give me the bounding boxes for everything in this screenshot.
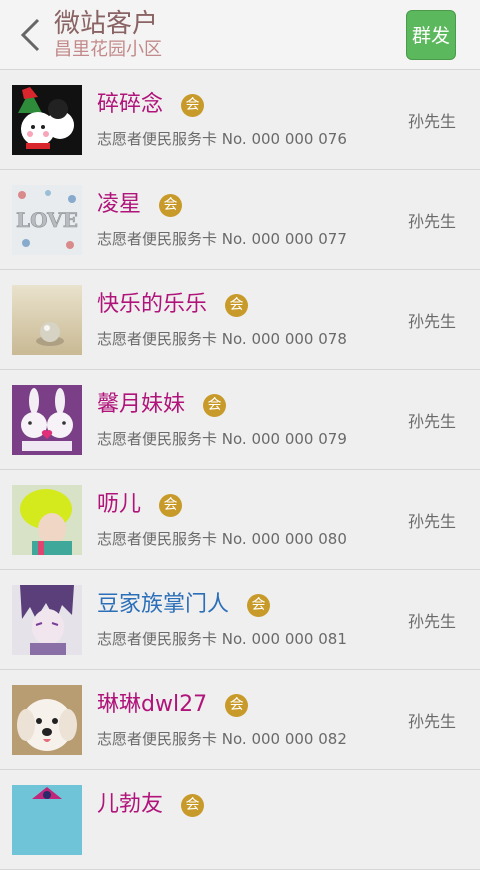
service-card-number: 志愿者便民服务卡 No. 000 000 076 bbox=[97, 130, 347, 148]
member-badge: 会 bbox=[225, 293, 249, 317]
avatar: LOVE bbox=[12, 185, 82, 255]
list-item[interactable]: 馨月妹妹 会 志愿者便民服务卡 No. 000 000 079 孙先生 bbox=[0, 370, 480, 470]
app-header: 微站客户 昌里花园小区 群发 bbox=[0, 0, 480, 70]
agent-name: 孙先生 bbox=[407, 612, 456, 631]
customer-name[interactable]: 呖儿 bbox=[97, 488, 141, 522]
list-item[interactable]: 琳琳dwl27 会 志愿者便民服务卡 No. 000 000 082 孙先生 bbox=[0, 670, 480, 770]
agent-name: 孙先生 bbox=[407, 512, 456, 531]
avatar bbox=[12, 585, 82, 655]
page-subtitle: 昌里花园小区 bbox=[54, 39, 162, 60]
customer-name[interactable]: 琳琳dwl27 bbox=[97, 688, 207, 722]
member-badge: 会 bbox=[181, 93, 205, 117]
avatar bbox=[12, 85, 82, 155]
customer-name[interactable]: 碎碎念 bbox=[97, 88, 163, 122]
customer-name[interactable]: 凌星 bbox=[97, 188, 141, 222]
agent-name: 孙先生 bbox=[407, 712, 456, 731]
service-card-number: 志愿者便民服务卡 No. 000 000 078 bbox=[97, 330, 347, 348]
customer-list: 碎碎念 会 志愿者便民服务卡 No. 000 000 076 孙先生 LOVE … bbox=[0, 70, 480, 870]
service-card-number: 志愿者便民服务卡 No. 000 000 081 bbox=[97, 630, 347, 648]
service-card-number: 志愿者便民服务卡 No. 000 000 082 bbox=[97, 730, 347, 748]
list-item[interactable]: 碎碎念 会 志愿者便民服务卡 No. 000 000 076 孙先生 bbox=[0, 70, 480, 170]
avatar bbox=[12, 785, 82, 855]
member-badge: 会 bbox=[159, 493, 183, 517]
list-item[interactable]: 呖儿 会 志愿者便民服务卡 No. 000 000 080 孙先生 bbox=[0, 470, 480, 570]
agent-name: 孙先生 bbox=[407, 112, 456, 131]
member-badge: 会 bbox=[181, 793, 205, 817]
service-card-number: 志愿者便民服务卡 No. 000 000 077 bbox=[97, 230, 347, 248]
list-item[interactable]: 快乐的乐乐 会 志愿者便民服务卡 No. 000 000 078 孙先生 bbox=[0, 270, 480, 370]
avatar bbox=[12, 485, 82, 555]
svg-text:LOVE: LOVE bbox=[16, 208, 78, 232]
member-badge: 会 bbox=[225, 693, 249, 717]
avatar bbox=[12, 285, 82, 355]
member-badge: 会 bbox=[203, 393, 227, 417]
list-item[interactable]: 豆家族掌门人 会 志愿者便民服务卡 No. 000 000 081 孙先生 bbox=[0, 570, 480, 670]
avatar bbox=[12, 685, 82, 755]
member-badge: 会 bbox=[247, 593, 271, 617]
page-title: 微站客户 bbox=[54, 9, 159, 39]
service-card-number: 志愿者便民服务卡 No. 000 000 080 bbox=[97, 530, 347, 548]
service-card-number: 志愿者便民服务卡 No. 000 000 079 bbox=[97, 430, 347, 448]
customer-name[interactable]: 豆家族掌门人 bbox=[97, 588, 229, 622]
member-badge: 会 bbox=[159, 193, 183, 217]
customer-name[interactable]: 馨月妹妹 bbox=[97, 388, 185, 422]
agent-name: 孙先生 bbox=[407, 412, 456, 431]
avatar bbox=[12, 385, 82, 455]
agent-name: 孙先生 bbox=[407, 312, 456, 331]
mass-send-button[interactable]: 群发 bbox=[406, 10, 456, 60]
chevron-left-icon[interactable] bbox=[18, 17, 46, 53]
agent-name: 孙先生 bbox=[407, 212, 456, 231]
customer-name[interactable]: 快乐的乐乐 bbox=[97, 288, 207, 322]
customer-name[interactable]: 儿勃友 bbox=[97, 788, 163, 822]
list-item[interactable]: 儿勃友 会 bbox=[0, 770, 480, 870]
list-item[interactable]: LOVE 凌星 会 志愿者便民服务卡 No. 000 000 077 孙先生 bbox=[0, 170, 480, 270]
